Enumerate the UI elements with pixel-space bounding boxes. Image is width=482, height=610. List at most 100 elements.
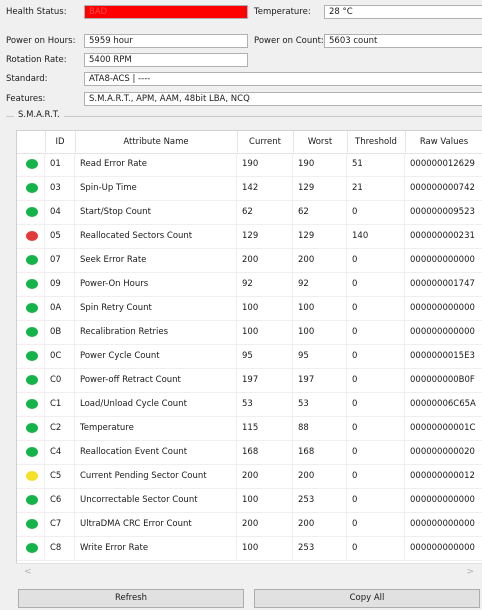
table-row[interactable]: 03 Spin-Up Time 142 129 21 000000000742 — [17, 177, 482, 201]
id-cell: C2 — [45, 417, 75, 440]
table-row[interactable]: 01 Read Error Rate 190 190 51 000000012629 — [17, 153, 482, 177]
id-cell: C5 — [45, 465, 75, 488]
worst-cell: 95 — [293, 345, 347, 368]
table-row[interactable]: C8 Write Error Rate 100 253 0 000000000000 — [17, 537, 482, 561]
id-cell: C8 — [45, 537, 75, 560]
status-cell — [17, 537, 45, 560]
id-cell: 04 — [45, 201, 75, 224]
column-header-attribute-name[interactable]: Attribute Name — [75, 131, 238, 153]
status-cell — [17, 297, 45, 320]
column-header-threshold[interactable]: Threshold — [347, 131, 406, 153]
raw-values-cell: 000000000020 — [410, 447, 475, 457]
table-row[interactable]: 05 Reallocated Sectors Count 129 129 140 0000… — [17, 225, 482, 249]
disk-info-window: Health Status: BAD Temperature: 28 °C Po… — [0, 0, 482, 610]
status-cell — [17, 489, 45, 512]
power-on-count-label: Power on Count: — [254, 36, 324, 46]
status-cell — [17, 153, 45, 176]
column-header-raw-values[interactable]: Raw Values — [405, 131, 482, 153]
table-row[interactable]: C4 Reallocation Event Count 168 168 0 0000000… — [17, 441, 482, 465]
current-cell: 100 — [237, 321, 293, 344]
worst-cell: 53 — [293, 393, 347, 416]
column-header-worst[interactable]: Worst — [293, 131, 348, 153]
rotation-rate-field: 5400 RPM — [84, 53, 248, 67]
raw-values-cell: 000000000000 — [410, 519, 475, 529]
status-cell — [17, 273, 45, 296]
smart-group-title: S.M.A.R.T. — [14, 110, 64, 120]
threshold-cell: 0 — [347, 201, 405, 224]
status-cell — [17, 465, 45, 488]
status-good-icon — [26, 351, 38, 361]
table-row[interactable]: C7 UltraDMA CRC Error Count 200 200 0 0000000… — [17, 513, 482, 537]
current-cell: 190 — [237, 153, 293, 176]
worst-cell: 129 — [293, 177, 347, 200]
threshold-cell: 0 — [347, 489, 405, 512]
scroll-right-icon[interactable]: > — [466, 567, 474, 577]
table-row[interactable]: C5 Current Pending Sector Count 200 200 0 000… — [17, 465, 482, 489]
refresh-button[interactable]: Refresh — [18, 589, 244, 608]
health-row: Health Status: BAD Temperature: 28 °C — [0, 4, 482, 22]
current-cell: 129 — [237, 225, 293, 248]
status-good-icon — [26, 543, 38, 553]
attribute-name-cell: Write Error Rate — [75, 537, 237, 560]
status-good-icon — [26, 327, 38, 337]
id-cell: C0 — [45, 369, 75, 392]
worst-cell: 200 — [293, 465, 347, 488]
threshold-cell: 0 — [347, 369, 405, 392]
raw-values-cell: 000000000000 — [410, 543, 475, 553]
threshold-cell: 0 — [347, 441, 405, 464]
raw-values-cell: 000000000742 — [410, 183, 475, 193]
table-row[interactable]: C6 Uncorrectable Sector Count 100 253 0 00000… — [17, 489, 482, 513]
table-row[interactable]: C1 Load/Unload Cycle Count 53 53 0 00000006C6… — [17, 393, 482, 417]
column-header-id[interactable]: ID — [45, 131, 76, 153]
column-header-current[interactable]: Current — [237, 131, 294, 153]
status-cell — [17, 177, 45, 200]
table-row[interactable]: 0C Power Cycle Count 95 95 0 0000000015E3 — [17, 345, 482, 369]
attribute-name-cell: Power-off Retract Count — [75, 369, 237, 392]
worst-cell: 100 — [293, 297, 347, 320]
features-row: Features: S.M.A.R.T., APM, AAM, 48bit LB… — [0, 91, 482, 109]
attribute-name-cell: Spin Retry Count — [75, 297, 237, 320]
status-cell — [17, 201, 45, 224]
table-row[interactable]: 07 Seek Error Rate 200 200 0 000000000000 — [17, 249, 482, 273]
attribute-name-cell: Current Pending Sector Count — [75, 465, 237, 488]
temperature-field: 28 °C — [324, 5, 482, 19]
attribute-name-cell: Recalibration Retries — [75, 321, 237, 344]
features-label: Features: — [6, 94, 46, 104]
raw-values-cell: 000000000B0F — [410, 375, 475, 385]
status-good-icon — [26, 255, 38, 265]
status-good-icon — [26, 519, 38, 529]
threshold-cell: 0 — [347, 345, 405, 368]
current-cell: 95 — [237, 345, 293, 368]
status-good-icon — [26, 159, 38, 169]
id-cell: 01 — [45, 153, 75, 176]
smart-table-header: ID Attribute Name Current Worst Threshol… — [17, 131, 482, 154]
scroll-left-icon[interactable]: < — [24, 567, 32, 577]
attribute-name-cell: Power Cycle Count — [75, 345, 237, 368]
horizontal-scrollbar[interactable]: < > — [16, 563, 482, 578]
table-row[interactable]: 04 Start/Stop Count 62 62 0 000000009523 — [17, 201, 482, 225]
current-cell: 200 — [237, 513, 293, 536]
id-cell: 03 — [45, 177, 75, 200]
table-row[interactable]: C0 Power-off Retract Count 197 197 0 00000000… — [17, 369, 482, 393]
id-cell: 0A — [45, 297, 75, 320]
raw-values-cell: 00000006C65A — [410, 399, 476, 409]
current-cell: 197 — [237, 369, 293, 392]
worst-cell: 253 — [293, 537, 347, 560]
current-cell: 200 — [237, 249, 293, 272]
table-row[interactable]: 0A Spin Retry Count 100 100 0 000000000000 — [17, 297, 482, 321]
raw-values-cell: 00000000001C — [410, 423, 476, 433]
raw-values-cell: 000000000000 — [410, 327, 475, 337]
status-cell — [17, 369, 45, 392]
status-good-icon — [26, 447, 38, 457]
power-on-hours-field: 5959 hour — [84, 34, 248, 48]
current-cell: 168 — [237, 441, 293, 464]
status-cell — [17, 393, 45, 416]
status-good-icon — [26, 303, 38, 313]
copy-all-button[interactable]: Copy All — [254, 589, 480, 608]
table-row[interactable]: 0B Recalibration Retries 100 100 0 0000000000… — [17, 321, 482, 345]
raw-values-cell: 000000012629 — [410, 159, 475, 169]
status-cell — [17, 225, 45, 248]
table-row[interactable]: 09 Power-On Hours 92 92 0 000000001747 — [17, 273, 482, 297]
table-row[interactable]: C2 Temperature 115 88 0 00000000001C — [17, 417, 482, 441]
smart-table[interactable]: ID Attribute Name Current Worst Threshol… — [16, 130, 482, 578]
